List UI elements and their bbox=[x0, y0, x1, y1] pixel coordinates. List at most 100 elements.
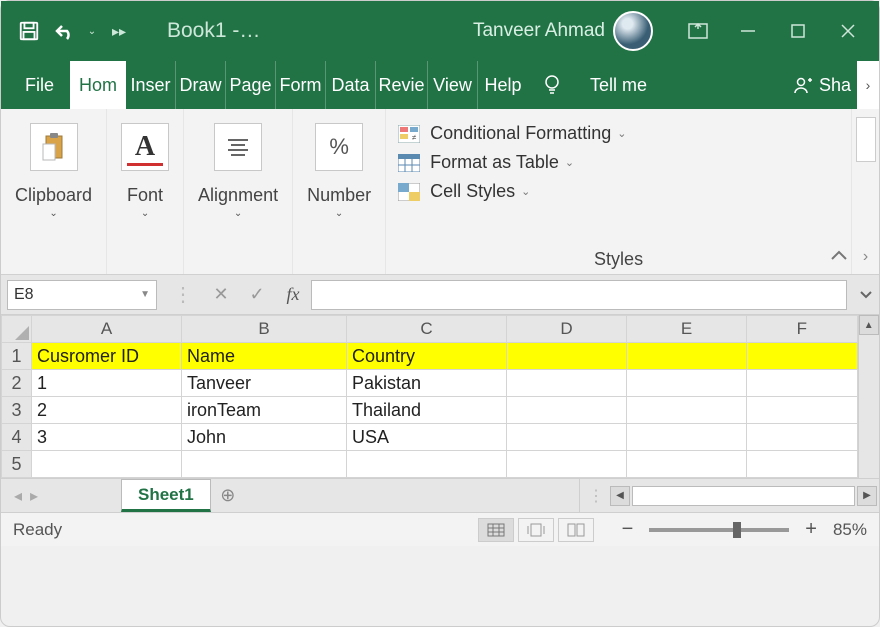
maximize-button[interactable] bbox=[773, 11, 823, 51]
cell-c5[interactable] bbox=[347, 451, 507, 478]
row-header-5[interactable]: 5 bbox=[2, 451, 32, 478]
name-box-dropdown-icon[interactable]: ▼ bbox=[140, 289, 150, 300]
collapse-ribbon-button[interactable] bbox=[829, 249, 849, 268]
vertical-scrollbar[interactable]: ▲ bbox=[858, 315, 879, 478]
scroll-up-button[interactable]: ▲ bbox=[859, 315, 879, 335]
user-name[interactable]: Tanveer Ahmad bbox=[473, 20, 605, 42]
col-header-c[interactable]: C bbox=[347, 316, 507, 343]
cell-f4[interactable] bbox=[747, 424, 858, 451]
view-page-layout-button[interactable] bbox=[518, 518, 554, 542]
zoom-slider[interactable] bbox=[649, 528, 789, 532]
clipboard-icon[interactable] bbox=[30, 123, 78, 171]
cell-c4[interactable]: USA bbox=[347, 424, 507, 451]
zoom-in-button[interactable]: + bbox=[799, 518, 823, 541]
tell-me-icon[interactable] bbox=[528, 61, 576, 109]
horizontal-scrollbar[interactable]: ⋮ ◀ ▶ bbox=[579, 479, 879, 512]
col-header-b[interactable]: B bbox=[182, 316, 347, 343]
font-icon[interactable]: A bbox=[121, 123, 169, 171]
tab-file[interactable]: File bbox=[19, 61, 70, 109]
sheet-tab-sheet1[interactable]: Sheet1 bbox=[121, 479, 211, 512]
avatar[interactable] bbox=[613, 11, 653, 51]
cell-d1[interactable] bbox=[507, 343, 627, 370]
hscroll-right[interactable]: ▶ bbox=[857, 486, 877, 506]
cell-a2[interactable]: 1 bbox=[32, 370, 182, 397]
add-sheet-button[interactable]: ⊕ bbox=[211, 479, 245, 512]
cell-a1[interactable]: Cusromer ID bbox=[32, 343, 182, 370]
minimize-button[interactable] bbox=[723, 11, 773, 51]
number-dropdown[interactable]: ⌄ bbox=[335, 208, 343, 219]
name-box[interactable]: E8 ▼ bbox=[7, 280, 157, 310]
alignment-dropdown[interactable]: ⌄ bbox=[234, 208, 242, 219]
hscroll-grip[interactable]: ⋮ bbox=[582, 486, 610, 506]
col-header-a[interactable]: A bbox=[32, 316, 182, 343]
undo-button[interactable] bbox=[47, 13, 83, 49]
select-all-corner[interactable] bbox=[2, 316, 32, 343]
tab-help[interactable]: Help bbox=[478, 61, 528, 109]
cell-f5[interactable] bbox=[747, 451, 858, 478]
cell-d4[interactable] bbox=[507, 424, 627, 451]
cell-styles-button[interactable]: Cell Styles ⌄ bbox=[396, 177, 841, 206]
col-header-d[interactable]: D bbox=[507, 316, 627, 343]
cell-d5[interactable] bbox=[507, 451, 627, 478]
tab-view[interactable]: View bbox=[428, 61, 478, 109]
format-as-table-button[interactable]: Format as Table ⌄ bbox=[396, 148, 841, 177]
cell-c2[interactable]: Pakistan bbox=[347, 370, 507, 397]
undo-dropdown[interactable]: ⌄ bbox=[83, 13, 101, 49]
col-header-f[interactable]: F bbox=[747, 316, 858, 343]
cell-e5[interactable] bbox=[627, 451, 747, 478]
cell-d2[interactable] bbox=[507, 370, 627, 397]
cell-f2[interactable] bbox=[747, 370, 858, 397]
clipboard-dropdown[interactable]: ⌄ bbox=[49, 208, 57, 219]
row-header-1[interactable]: 1 bbox=[2, 343, 32, 370]
view-page-break-button[interactable] bbox=[558, 518, 594, 542]
cell-b4[interactable]: John bbox=[182, 424, 347, 451]
tab-page-layout[interactable]: Page bbox=[226, 61, 276, 109]
cell-e2[interactable] bbox=[627, 370, 747, 397]
cell-c3[interactable]: Thailand bbox=[347, 397, 507, 424]
tab-draw[interactable]: Draw bbox=[176, 61, 226, 109]
share-button[interactable]: Sha bbox=[783, 61, 857, 109]
save-button[interactable] bbox=[11, 13, 47, 49]
alignment-icon[interactable] bbox=[214, 123, 262, 171]
conditional-formatting-button[interactable]: ≠ Conditional Formatting ⌄ bbox=[396, 119, 841, 148]
cell-f1[interactable] bbox=[747, 343, 858, 370]
ribbon-display-options[interactable] bbox=[673, 11, 723, 51]
formula-bar-grip[interactable]: ⋮ bbox=[163, 282, 203, 307]
zoom-slider-thumb[interactable] bbox=[733, 522, 741, 538]
cancel-formula-button[interactable]: ✕ bbox=[203, 280, 239, 310]
cell-b1[interactable]: Name bbox=[182, 343, 347, 370]
tab-insert[interactable]: Inser bbox=[126, 61, 176, 109]
cell-c1[interactable]: Country bbox=[347, 343, 507, 370]
gallery-scroll-up[interactable] bbox=[856, 117, 876, 162]
sheet-nav[interactable]: ◂▸ bbox=[1, 479, 51, 512]
cell-f3[interactable] bbox=[747, 397, 858, 424]
expand-formula-bar-button[interactable] bbox=[853, 280, 879, 310]
number-icon[interactable]: % bbox=[315, 123, 363, 171]
formula-input[interactable] bbox=[311, 280, 847, 310]
hscroll-left[interactable]: ◀ bbox=[610, 486, 630, 506]
close-button[interactable] bbox=[823, 11, 873, 51]
cell-a5[interactable] bbox=[32, 451, 182, 478]
cell-a4[interactable]: 3 bbox=[32, 424, 182, 451]
cell-a3[interactable]: 2 bbox=[32, 397, 182, 424]
cell-b5[interactable] bbox=[182, 451, 347, 478]
quick-access-more[interactable]: ▸▸ bbox=[101, 13, 137, 49]
row-header-4[interactable]: 4 bbox=[2, 424, 32, 451]
tab-review[interactable]: Revie bbox=[376, 61, 428, 109]
cell-b3[interactable]: ironTeam bbox=[182, 397, 347, 424]
tab-formulas[interactable]: Form bbox=[276, 61, 326, 109]
view-normal-button[interactable] bbox=[478, 518, 514, 542]
cell-e4[interactable] bbox=[627, 424, 747, 451]
hscroll-track[interactable] bbox=[632, 486, 855, 506]
insert-function-button[interactable]: fx bbox=[275, 280, 311, 310]
cell-b2[interactable]: Tanveer bbox=[182, 370, 347, 397]
font-dropdown[interactable]: ⌄ bbox=[141, 208, 149, 219]
cell-e1[interactable] bbox=[627, 343, 747, 370]
zoom-level[interactable]: 85% bbox=[833, 520, 867, 540]
zoom-out-button[interactable]: − bbox=[616, 518, 640, 541]
gallery-more[interactable]: › bbox=[863, 248, 868, 266]
tab-home[interactable]: Hom bbox=[70, 61, 126, 109]
tell-me[interactable]: Tell me bbox=[576, 61, 661, 109]
tab-data[interactable]: Data bbox=[326, 61, 376, 109]
row-header-3[interactable]: 3 bbox=[2, 397, 32, 424]
